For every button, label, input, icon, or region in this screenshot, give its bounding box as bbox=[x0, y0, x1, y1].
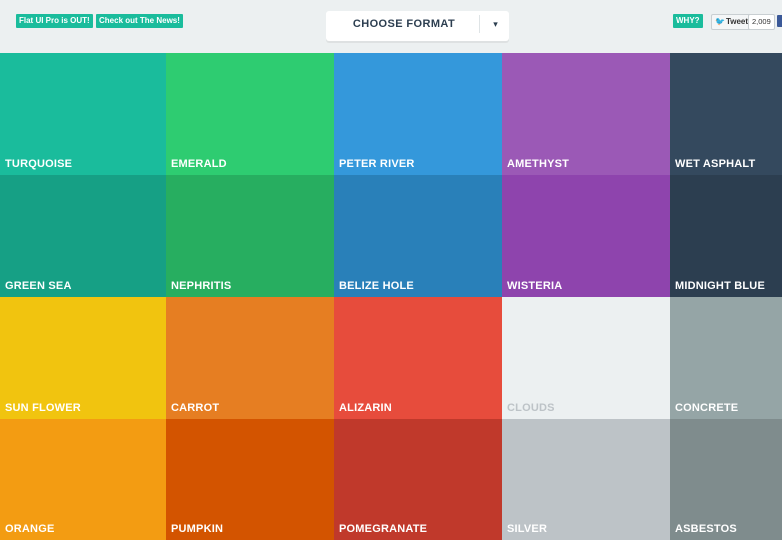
color-tile-belize-hole[interactable]: BELIZE HOLE bbox=[334, 175, 502, 297]
color-tile-amethyst[interactable]: AMETHYST bbox=[502, 53, 670, 175]
color-tile-midnight-blue[interactable]: MIDNIGHT BLUE bbox=[670, 175, 782, 297]
color-name: MIDNIGHT BLUE bbox=[675, 280, 765, 292]
color-name: POMEGRANATE bbox=[339, 523, 428, 535]
color-name: WISTERIA bbox=[507, 280, 563, 292]
color-tile-orange[interactable]: ORANGE bbox=[0, 419, 166, 540]
color-name: ASBESTOS bbox=[675, 523, 737, 535]
color-name: CONCRETE bbox=[675, 402, 739, 414]
color-grid: TURQUOISE EMERALD PETER RIVER AMETHYST WET A… bbox=[0, 53, 782, 540]
color-tile-emerald[interactable]: EMERALD bbox=[166, 53, 334, 175]
color-name: AMETHYST bbox=[507, 158, 570, 170]
color-name: WET ASPHALT bbox=[675, 158, 756, 170]
color-tile-peter-river[interactable]: PETER RIVER bbox=[334, 53, 502, 175]
color-name: TURQUOISE bbox=[5, 158, 73, 170]
color-name: SUN FLOWER bbox=[5, 402, 81, 414]
color-name: GREEN SEA bbox=[5, 280, 72, 292]
news-link[interactable]: Check out The News! bbox=[96, 14, 183, 28]
top-bar: Flat UI Pro is OUT! Check out The News! … bbox=[0, 0, 782, 53]
color-name: PETER RIVER bbox=[339, 158, 415, 170]
color-tile-alizarin[interactable]: ALIZARIN bbox=[334, 297, 502, 419]
color-name: SILVER bbox=[507, 523, 548, 535]
color-name: CLOUDS bbox=[507, 402, 555, 414]
color-name: EMERALD bbox=[171, 158, 227, 170]
flat-ui-pro-link[interactable]: Flat UI Pro is OUT! bbox=[16, 14, 93, 28]
color-tile-sun-flower[interactable]: SUN FLOWER bbox=[0, 297, 166, 419]
color-tile-pomegranate[interactable]: POMEGRANATE bbox=[334, 419, 502, 540]
color-tile-wet-asphalt[interactable]: WET ASPHALT bbox=[670, 53, 782, 175]
tweet-count: 2,009 bbox=[748, 14, 775, 30]
color-tile-green-sea[interactable]: GREEN SEA bbox=[0, 175, 166, 297]
tweet-button[interactable]: 🐦Tweet bbox=[711, 14, 754, 30]
color-name: PUMPKIN bbox=[171, 523, 224, 535]
color-tile-silver[interactable]: SILVER bbox=[502, 419, 670, 540]
color-tile-nephritis[interactable]: NEPHRITIS bbox=[166, 175, 334, 297]
chevron-down-icon[interactable]: ▾ bbox=[482, 11, 509, 41]
color-name: CARROT bbox=[171, 402, 220, 414]
color-tile-carrot[interactable]: CARROT bbox=[166, 297, 334, 419]
color-tile-clouds[interactable]: CLOUDS bbox=[502, 297, 670, 419]
color-tile-concrete[interactable]: CONCRETE bbox=[670, 297, 782, 419]
color-tile-pumpkin[interactable]: PUMPKIN bbox=[166, 419, 334, 540]
choose-format-label: CHOOSE FORMAT bbox=[352, 18, 456, 30]
color-tile-wisteria[interactable]: WISTERIA bbox=[502, 175, 670, 297]
color-name: ALIZARIN bbox=[339, 402, 392, 414]
color-tile-asbestos[interactable]: ASBESTOS bbox=[670, 419, 782, 540]
dropdown-divider bbox=[479, 15, 480, 33]
facebook-icon[interactable] bbox=[777, 15, 782, 27]
color-tile-turquoise[interactable]: TURQUOISE bbox=[0, 53, 166, 175]
color-name: BELIZE HOLE bbox=[339, 280, 414, 292]
choose-format-dropdown[interactable]: CHOOSE FORMAT ▾ bbox=[326, 11, 509, 41]
color-name: ORANGE bbox=[5, 523, 55, 535]
twitter-bird-icon: 🐦 bbox=[715, 17, 725, 26]
why-link[interactable]: WHY? bbox=[673, 14, 703, 28]
color-name: NEPHRITIS bbox=[171, 280, 232, 292]
tweet-label: Tweet bbox=[725, 17, 749, 26]
